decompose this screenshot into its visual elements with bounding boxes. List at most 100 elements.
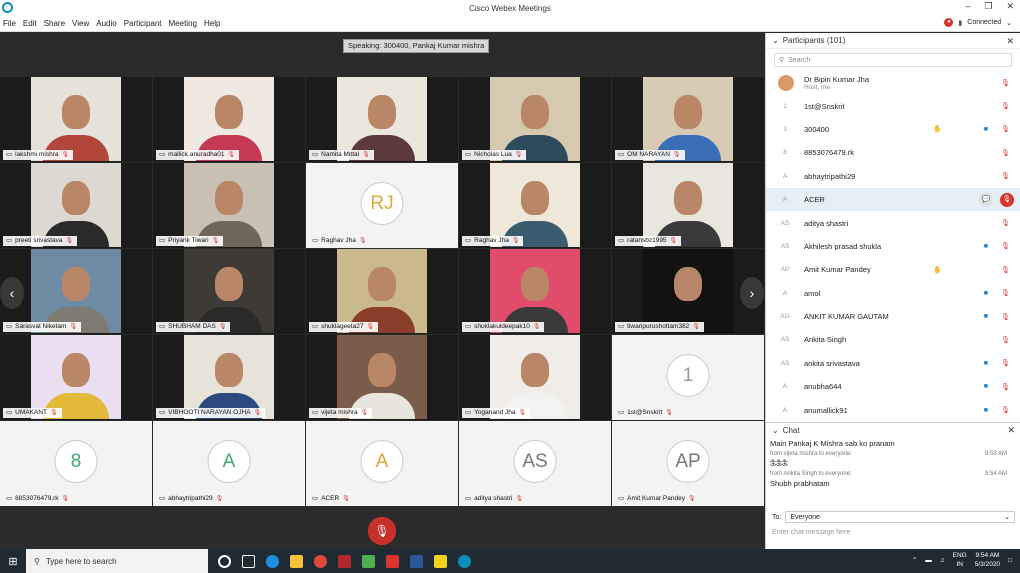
recipient-select[interactable]: Everyone ⌄	[785, 511, 1015, 523]
video-tile[interactable]: ▭ SHUBHAM DAS 🎙	[153, 249, 306, 335]
taskbar-search[interactable]: ⚲ Type here to search	[26, 549, 208, 573]
filezilla-icon[interactable]	[386, 554, 399, 568]
video-tile[interactable]: ▭ preeti srivastava 🎙	[0, 163, 153, 249]
mic-muted-icon[interactable]: 🎙	[1001, 359, 1010, 367]
windows-start-icon[interactable]: ⊞	[0, 555, 26, 568]
sticky-notes-icon[interactable]	[434, 554, 447, 568]
mic-muted-icon[interactable]: 🎙	[1001, 313, 1010, 321]
file-explorer-icon[interactable]	[290, 554, 303, 568]
mic-muted-icon[interactable]: 🎙	[1001, 383, 1010, 391]
participant-row[interactable]: 3 300400 ✋ ■ 🎙	[766, 118, 1020, 141]
mic-muted-icon[interactable]: 🎙	[1001, 336, 1010, 344]
participant-row[interactable]: A ACER 💬 🎙	[766, 187, 1020, 212]
video-tile[interactable]: ▭ lakshmi mishra 🎙	[0, 77, 153, 163]
participants-header[interactable]: ⌄ Participants (101) ✕	[766, 33, 1020, 49]
video-tile[interactable]: 1 ▭ 1st@Snskrit 🎙	[612, 335, 765, 421]
participant-row[interactable]: Aanubha644 ■ 🎙	[766, 375, 1020, 398]
video-tile[interactable]: 8 ▭ 8853076479.rk 🎙	[0, 421, 153, 507]
video-tile[interactable]: ▭ shuklageeta27 🎙	[306, 249, 459, 335]
mic-muted-icon[interactable]: 🎙	[1001, 172, 1010, 180]
menu-item-participant[interactable]: Participant	[124, 19, 162, 28]
video-tile[interactable]: ▭ Namita Mittal 🎙	[306, 77, 459, 163]
network-icon[interactable]: ▬	[925, 557, 932, 564]
close-icon[interactable]: ✕	[1006, 1, 1014, 12]
webex-icon[interactable]	[458, 554, 471, 568]
video-tile[interactable]: AP ▭ Amit Kumar Pandey 🎙	[612, 421, 765, 507]
participant-search[interactable]: ⚲ Search	[774, 53, 1012, 67]
participant-row[interactable]: 1 1st@Snskrit 🎙	[766, 94, 1020, 117]
participant-row[interactable]: AS aditya shastri 🎙	[766, 211, 1020, 234]
mic-muted-icon[interactable]: 🎙	[1001, 289, 1010, 297]
mute-button[interactable]: 🎙	[368, 517, 396, 545]
video-tile[interactable]: ▭ mallick.anuradha01 🎙	[153, 77, 306, 163]
chat-input[interactable]: Enter chat message here	[772, 529, 1015, 536]
video-tile[interactable]: RJ ▭ Raghav Jha 🎙	[306, 163, 459, 249]
participant-row[interactable]: AG ANKIT KUMAR GAUTAM ■ 🎙	[766, 305, 1020, 328]
raise-hand-icon: ✋	[933, 126, 942, 134]
chat-icon[interactable]: 💬	[979, 192, 993, 207]
chevron-down-icon[interactable]: ⌄	[1006, 19, 1012, 27]
participant-row[interactable]: AS ankita srivastava ■ 🎙	[766, 352, 1020, 375]
menu-item-file[interactable]: File	[3, 19, 16, 28]
chevron-down-icon: ⌄	[1004, 514, 1010, 521]
participant-row[interactable]: AP Amit Kumar Pandey ✋ 🎙	[766, 258, 1020, 281]
mute-participant-button[interactable]: 🎙	[1000, 192, 1014, 207]
participant-row[interactable]: AS Ankita Singh 🎙	[766, 328, 1020, 351]
chevron-up-icon[interactable]: ⌃	[912, 556, 917, 564]
edge-icon[interactable]	[266, 554, 279, 568]
minimize-icon[interactable]: –	[965, 1, 970, 12]
chat-header[interactable]: ⌄ Chat ✕	[766, 423, 1020, 437]
participant-row[interactable]: AS Akhilesh prasad shukla ■ 🎙	[766, 235, 1020, 258]
mic-muted-icon[interactable]: 🎙	[1001, 102, 1010, 110]
participant-row[interactable]: Aabhaytripathi29 🎙	[766, 165, 1020, 188]
mic-muted-icon[interactable]: 🎙	[1001, 406, 1010, 414]
mic-muted-icon[interactable]: 🎙	[1001, 266, 1010, 274]
mic-muted-icon[interactable]: 🎙	[1001, 79, 1010, 87]
mic-muted-icon[interactable]: 🎙	[1001, 149, 1010, 157]
menu-item-view[interactable]: View	[72, 19, 89, 28]
cortana-icon[interactable]	[218, 554, 231, 568]
video-tile[interactable]: ▭ UMAKANT 🎙	[0, 335, 153, 421]
video-tile[interactable]: ▭ VIBHOOTI NARAYAN OJHA 🎙	[153, 335, 306, 421]
video-tile[interactable]: ▭ Priyank Tiwari 🎙	[153, 163, 306, 249]
video-tile[interactable]: A ▭ abhaytripathi29 🎙	[153, 421, 306, 507]
menu-item-meeting[interactable]: Meeting	[169, 19, 197, 28]
chrome-icon[interactable]	[314, 554, 327, 568]
mic-muted-icon[interactable]: 🎙	[1001, 242, 1010, 250]
video-tile[interactable]: ▭ shuklakuldeepak10 🎙	[459, 249, 612, 335]
video-tile[interactable]: ▭ ratansbz1995 🎙	[612, 163, 765, 249]
video-tile[interactable]: ▭ Nicholas Lua 🎙	[459, 77, 612, 163]
close-icon[interactable]: ✕	[1007, 425, 1015, 436]
video-tile[interactable]: ▭ Yoganand Jha 🎙	[459, 335, 612, 421]
volume-icon[interactable]: ♫	[940, 557, 945, 564]
app-icon[interactable]	[362, 554, 375, 568]
chevron-down-icon[interactable]: ⌄	[772, 36, 779, 45]
video-tile[interactable]: ▭ vijeta mishra 🎙	[306, 335, 459, 421]
menu-item-share[interactable]: Share	[44, 19, 65, 28]
participant-row-host[interactable]: Dr Bipin Kumar Jha Host, me 🎙	[766, 71, 1020, 94]
video-tile[interactable]: AS ▭ aditya shastri 🎙	[459, 421, 612, 507]
restore-icon[interactable]: ❐	[984, 1, 992, 12]
mic-muted-icon[interactable]: 🎙	[1001, 219, 1010, 227]
menu-item-help[interactable]: Help	[204, 19, 220, 28]
video-tile[interactable]: A ▭ ACER 🎙	[306, 421, 459, 507]
participant-row[interactable]: 8 8853076479.rk 🎙	[766, 141, 1020, 164]
participant-row[interactable]: Aanumallick91 ■ 🎙	[766, 398, 1020, 421]
video-tile[interactable]: ▭ OM NARAYAN 🎙	[612, 77, 765, 163]
mic-muted-icon[interactable]: 🎙	[1001, 125, 1010, 133]
participant-row[interactable]: Aamol ■ 🎙	[766, 282, 1020, 305]
menu-item-edit[interactable]: Edit	[23, 19, 37, 28]
next-page-button[interactable]: ›	[740, 277, 764, 309]
video-tile[interactable]: ▭ Raghav Jha 🎙	[459, 163, 612, 249]
record-icon[interactable]: ●	[944, 18, 954, 27]
task-view-icon[interactable]	[242, 554, 255, 568]
menu-item-audio[interactable]: Audio	[96, 19, 116, 28]
app-icon[interactable]	[338, 554, 351, 568]
language-indicator[interactable]: ENG IN	[953, 551, 967, 569]
notification-icon[interactable]: □	[1008, 557, 1012, 564]
prev-page-button[interactable]: ‹	[0, 277, 24, 309]
chevron-down-icon[interactable]: ⌄	[772, 426, 779, 435]
close-icon[interactable]: ✕	[1006, 36, 1014, 47]
clock[interactable]: 9:54 AM 5/3/2020	[975, 551, 1000, 569]
word-icon[interactable]	[410, 554, 423, 568]
